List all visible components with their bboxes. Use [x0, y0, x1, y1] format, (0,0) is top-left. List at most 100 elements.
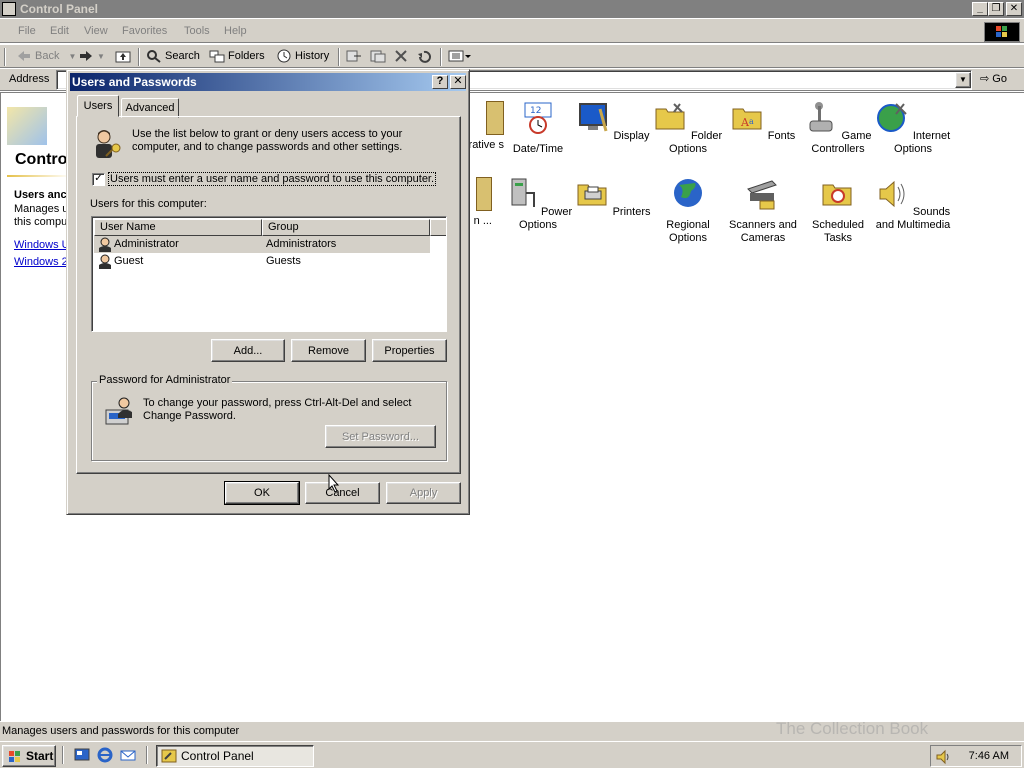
close-button[interactable]: ✕	[1006, 2, 1022, 16]
internet-options-icon	[876, 103, 907, 132]
up-folder-button[interactable]	[115, 49, 131, 63]
users-list[interactable]: User Name Group Administrator Administra…	[91, 216, 447, 332]
back-arrow-icon	[18, 51, 30, 61]
cp-item-internet-options[interactable]: Internet Options	[873, 101, 953, 156]
search-icon	[147, 50, 161, 63]
user-icon	[99, 254, 111, 269]
cp-item-power-options[interactable]: Power Options	[498, 177, 578, 232]
search-button[interactable]: Search	[146, 49, 200, 63]
cp-item-label: Regional Options	[666, 219, 710, 244]
left-info-pane: Contro Users anc Manages u this compu Wi…	[0, 93, 71, 721]
back-button[interactable]: Back ▼	[16, 49, 76, 63]
cancel-button[interactable]: Cancel	[305, 482, 380, 504]
cp-item-printers[interactable]: Printers	[573, 177, 653, 219]
scanners-and-cameras-icon	[747, 180, 777, 210]
move-to-button[interactable]	[345, 49, 363, 63]
toolbar-separator	[338, 48, 340, 66]
require-login-checkbox[interactable]: ✓	[92, 173, 105, 186]
forward-button[interactable]: ▼	[78, 49, 105, 63]
forward-arrow-icon	[80, 51, 92, 61]
menu-edit[interactable]: Edit	[50, 25, 69, 37]
start-button[interactable]: Start	[2, 745, 56, 767]
main-title-bar: Control Panel _ ❐ ✕	[0, 0, 1024, 18]
power-options-icon	[511, 178, 535, 207]
group-cell: Guests	[266, 255, 301, 267]
folders-button[interactable]: Folders	[209, 49, 265, 63]
tab-advanced[interactable]: Advanced	[121, 98, 179, 118]
delete-button[interactable]	[394, 49, 408, 63]
cp-item-regional-options[interactable]: Regional Options	[648, 177, 728, 245]
windows-2000-support-link[interactable]: Windows 2	[14, 256, 68, 268]
cp-item-label: Date/Time	[512, 143, 564, 155]
dialog-close-button[interactable]: ✕	[450, 75, 466, 89]
column-header-user-name[interactable]: User Name	[94, 219, 262, 236]
cp-item-label: Fonts	[767, 130, 796, 142]
properties-button[interactable]: Properties	[372, 339, 447, 362]
svg-text:12: 12	[530, 106, 541, 116]
folder-options-icon	[655, 103, 685, 130]
require-login-label[interactable]: Users must enter a user name and passwor…	[108, 172, 437, 186]
internet-explorer-icon[interactable]	[97, 747, 113, 763]
cp-item-display[interactable]: Display	[573, 101, 653, 143]
fonts-icon: Aa	[732, 108, 762, 130]
menu-favorites[interactable]: Favorites	[122, 25, 167, 37]
go-button[interactable]: ⇨ Go	[980, 72, 1007, 85]
up-folder-icon	[115, 51, 131, 63]
restore-button[interactable]: ❐	[988, 2, 1004, 16]
menu-file[interactable]: File	[18, 25, 36, 37]
history-button[interactable]: History	[276, 49, 329, 63]
column-header-group[interactable]: Group	[262, 219, 430, 236]
ok-button[interactable]: OK	[224, 481, 300, 505]
help-button[interactable]: ?	[432, 75, 448, 89]
tab-users[interactable]: Users	[77, 95, 119, 117]
intro-text: Use the list below to grant or deny user…	[132, 128, 403, 153]
network-connections-icon	[476, 177, 492, 211]
minimize-button[interactable]: _	[972, 2, 988, 16]
set-password-button[interactable]: Set Password...	[325, 425, 436, 448]
cp-item-scheduled-tasks[interactable]: Scheduled Tasks	[798, 177, 878, 245]
undo-button[interactable]	[416, 49, 432, 63]
menu-view[interactable]: View	[84, 25, 108, 37]
cp-item-date-time[interactable]: 12 Date/Time	[498, 101, 578, 156]
password-instructions: To change your password, press Ctrl-Alt-…	[143, 397, 412, 422]
move-to-icon	[346, 50, 361, 62]
undo-icon	[418, 50, 431, 63]
toolbar: Back ▼ ▼ Search Folders History	[0, 44, 1024, 68]
menu-tools[interactable]: Tools	[184, 25, 210, 37]
table-row[interactable]: Guest Guests	[94, 253, 430, 270]
address-dropdown-button[interactable]: ▼	[955, 72, 971, 88]
control-panel-task-icon	[161, 749, 177, 763]
dialog-title-bar: Users and Passwords ? ✕	[70, 73, 466, 91]
control-panel-icon	[2, 2, 16, 16]
copy-to-button[interactable]	[369, 49, 387, 63]
clock[interactable]: 7:46 AM	[969, 750, 1009, 762]
views-button[interactable]	[448, 49, 472, 63]
volume-icon[interactable]	[935, 749, 951, 765]
cp-item-scanners-and-cameras[interactable]: Scanners and Cameras	[723, 177, 803, 245]
system-tray: 7:46 AM	[930, 745, 1022, 767]
outlook-express-icon[interactable]	[120, 747, 136, 763]
cp-item-fonts[interactable]: Aa Fonts	[723, 101, 803, 143]
cp-item-label: Display	[613, 130, 650, 142]
back-label: Back	[35, 50, 60, 62]
cp-item-game-controllers[interactable]: Game Controllers	[798, 101, 878, 156]
selected-item-description: Manages u this compu	[14, 203, 69, 228]
cp-item-label: Printers	[612, 206, 651, 218]
add-user-button[interactable]: Add...	[211, 339, 285, 362]
cp-item-sounds-and-multimedia[interactable]: Sounds and Multimedia	[873, 177, 953, 232]
left-pane-divider	[7, 175, 71, 177]
toolbar-separator	[440, 48, 442, 66]
menu-help[interactable]: Help	[224, 25, 247, 37]
taskbar-item-control-panel[interactable]: Control Panel	[156, 745, 314, 767]
search-label: Search	[165, 50, 200, 62]
remove-user-button[interactable]: Remove	[291, 339, 366, 362]
delete-icon	[395, 50, 407, 62]
table-row[interactable]: Administrator Administrators	[94, 236, 430, 253]
cp-item-folder-options[interactable]: Folder Options	[648, 101, 728, 156]
game-controllers-icon	[809, 102, 833, 132]
show-desktop-icon[interactable]	[74, 747, 90, 763]
windows-update-link[interactable]: Windows U	[14, 239, 70, 251]
column-header-filler	[430, 219, 446, 236]
users-keys-icon	[96, 130, 121, 158]
apply-button[interactable]: Apply	[386, 482, 461, 504]
